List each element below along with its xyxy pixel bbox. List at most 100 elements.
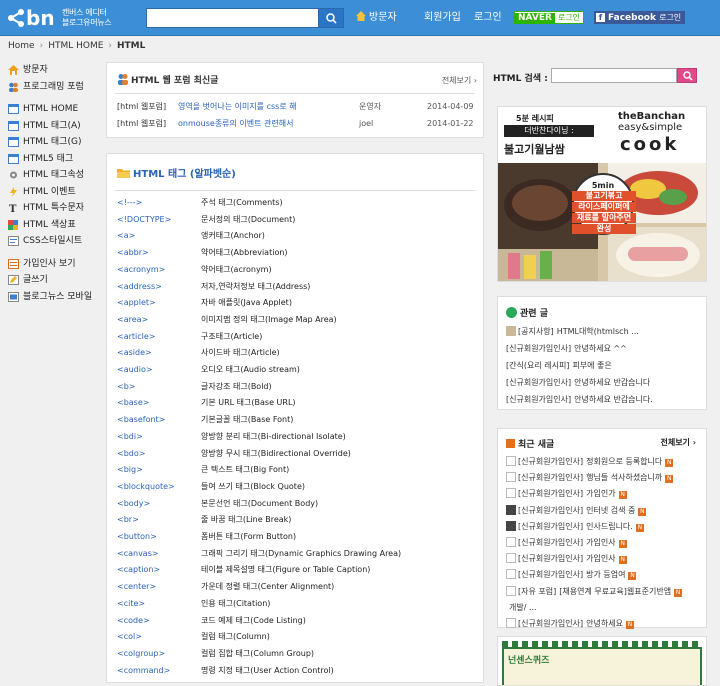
tag-row[interactable]: <a> 앵커태그(Anchor): [117, 229, 479, 243]
tag-link[interactable]: <big>: [117, 463, 143, 477]
related-item[interactable]: [신규회원가입인사] 안녕하세요 ^^: [506, 342, 704, 356]
tag-link[interactable]: <caption>: [117, 563, 160, 577]
nav-visitor-link[interactable]: 방문자: [356, 11, 397, 25]
tag-row[interactable]: <abbr> 약어태그(Abbreviation): [117, 246, 479, 260]
forum-more-link[interactable]: 전체보기 ›: [442, 75, 477, 86]
recent-text[interactable]: 개발/ ...: [509, 603, 537, 612]
breadcrumb-home[interactable]: Home: [8, 41, 35, 51]
tag-link[interactable]: <b>: [117, 380, 135, 394]
tag-link[interactable]: <cite>: [117, 597, 145, 611]
tag-row[interactable]: <b> 글자강조 태그(Bold): [117, 380, 479, 394]
tag-link[interactable]: <article>: [117, 330, 156, 344]
sidebar-item-write[interactable]: 글쓰기: [6, 272, 106, 289]
tag-link[interactable]: <col>: [117, 630, 142, 644]
recent-text[interactable]: 인사드립니다.: [586, 522, 633, 531]
tag-link[interactable]: <base>: [117, 396, 149, 410]
tag-row[interactable]: <address> 저자,연락처정보 태그(Address): [117, 280, 479, 294]
naver-login-button[interactable]: NAVER 로그인: [514, 11, 585, 24]
related-text[interactable]: HTML대학(htmlsch ...: [557, 327, 639, 336]
recent-text[interactable]: 정회원으로 등록합니다: [586, 457, 662, 466]
related-item[interactable]: [신규회원가입인사] 안녕하세요 반갑습니다: [506, 376, 704, 390]
tag-row[interactable]: <cite> 인용 태그(Citation): [117, 597, 479, 611]
list-item[interactable]: [html 웹포럼] 영역을 벗어나는 이미지를 css로 해 운영자 2014…: [117, 100, 479, 114]
html-search-input[interactable]: [551, 68, 677, 83]
tag-link[interactable]: <address>: [117, 280, 162, 294]
tag-row[interactable]: <!DOCTYPE> 문서정의 태그(Document): [117, 213, 479, 227]
tag-link[interactable]: <area>: [117, 313, 148, 327]
tag-link[interactable]: <!--->: [117, 196, 142, 210]
top-search-button[interactable]: [318, 8, 344, 28]
tag-link[interactable]: <center>: [117, 580, 156, 594]
tag-link[interactable]: <blockquote>: [117, 480, 175, 494]
tag-link[interactable]: <basefont>: [117, 413, 165, 427]
tag-row[interactable]: <area> 이미지맵 정의 태그(Image Map Area): [117, 313, 479, 327]
tag-link[interactable]: <applet>: [117, 296, 156, 310]
tag-link[interactable]: <a>: [117, 229, 135, 243]
tag-row[interactable]: <acronym> 약어태그(acronym): [117, 263, 479, 277]
tag-row[interactable]: <bdi> 양방향 분리 태그(Bi-directional Isolate): [117, 430, 479, 444]
tag-row[interactable]: <canvas> 그래픽 그리기 태그(Dynamic Graphics Draw…: [117, 547, 479, 561]
tag-row[interactable]: <base> 기본 URL 태그(Base URL): [117, 396, 479, 410]
recent-text[interactable]: 행님들 석사하셨습니까: [586, 473, 662, 482]
site-logo[interactable]: bn 캔버스 에디터 블로그유머뉴스: [6, 6, 116, 30]
related-text[interactable]: 안녕하세요 ^^: [574, 344, 627, 353]
tag-row[interactable]: <colgroup> 컬럼 집합 태그(Column Group): [117, 647, 479, 661]
tag-row[interactable]: <applet> 자바 애플릿(Java Applet): [117, 296, 479, 310]
sidebar-item-html-event[interactable]: HTML 이벤트: [6, 184, 106, 201]
sidebar-item-html-special[interactable]: T HTML 특수문자: [6, 200, 106, 217]
recent-item[interactable]: 개발/ ...: [506, 601, 704, 615]
breadcrumb-html-home[interactable]: HTML HOME: [48, 41, 103, 51]
tag-link[interactable]: <canvas>: [117, 547, 159, 561]
recent-item[interactable]: [신규회원가입인사] 방가 등업여 N: [506, 568, 704, 582]
recent-item[interactable]: [신규회원가입인사] 가입인가 N: [506, 487, 704, 501]
tag-link[interactable]: <command>: [117, 664, 170, 678]
facebook-login-button[interactable]: f Facebook 로그인: [594, 11, 686, 24]
tag-row[interactable]: <center> 가운데 정렬 태그(Center Alignment): [117, 580, 479, 594]
tag-link[interactable]: <!DOCTYPE>: [117, 213, 171, 227]
recipe-ad-banner[interactable]: 5분 레시피 더반찬다이닝 : 불고기월남쌈 theBanchan easy&s…: [497, 106, 707, 282]
tag-link[interactable]: <br>: [117, 513, 139, 527]
related-text[interactable]: 피부에 좋은: [572, 361, 611, 370]
tag-row[interactable]: <caption> 테이블 제목설명 태그(Figure or Table Cap…: [117, 563, 479, 577]
sidebar-item-html-color[interactable]: HTML 색상표: [6, 217, 106, 234]
recent-item[interactable]: [신규회원가입인사] 가입인사 N: [506, 552, 704, 566]
tag-row[interactable]: <blockquote> 들여 쓰기 태그(Block Quote): [117, 480, 479, 494]
top-search-input[interactable]: [146, 8, 318, 28]
tag-link[interactable]: <audio>: [117, 363, 153, 377]
sidebar-item-mobile[interactable]: 블로그뉴스 모바일: [6, 289, 106, 306]
tag-row[interactable]: <button> 폼버튼 태그(Form Button): [117, 530, 479, 544]
tag-row[interactable]: <!---> 주석 태그(Comments): [117, 196, 479, 210]
sidebar-item-html5-tag[interactable]: HTML5 태그: [6, 151, 106, 168]
recent-item[interactable]: [신규회원가입인사] 행님들 석사하셨습니까 N: [506, 471, 704, 485]
recent-item[interactable]: [신규회원가입인사] 가입인사 N: [506, 536, 704, 550]
tag-link[interactable]: <bdo>: [117, 447, 145, 461]
recent-text[interactable]: 가입인가: [586, 489, 615, 498]
recent-item[interactable]: [신규회원가입인사] 인터넷 검색 중N: [506, 504, 704, 518]
recent-text[interactable]: [채용연계 무료교육]웹표준기반앱: [559, 587, 671, 596]
tag-link[interactable]: <abbr>: [117, 246, 149, 260]
tag-row[interactable]: <code> 코드 예제 태그(Code Listing): [117, 614, 479, 628]
tag-link[interactable]: <colgroup>: [117, 647, 165, 661]
list-item[interactable]: [html 웹포럼] onmouse종류의 이벤트 관련해서 joel 2014…: [117, 117, 479, 131]
recent-item[interactable]: [신규회원가입인사] 인사드립니다. N: [506, 520, 704, 534]
recent-item[interactable]: [자유 포럼] [채용연계 무료교육]웹표준기반앱 N: [506, 585, 704, 599]
tag-link[interactable]: <aside>: [117, 346, 152, 360]
nonsense-quiz-panel[interactable]: 넌센스퀴즈: [497, 636, 707, 686]
tag-row[interactable]: <audio> 오디오 태그(Audio stream): [117, 363, 479, 377]
tag-row[interactable]: <col> 컬럼 태그(Column): [117, 630, 479, 644]
recent-more-link[interactable]: 전체보기 ›: [660, 437, 696, 448]
tag-link[interactable]: <body>: [117, 497, 150, 511]
tag-row[interactable]: <br> 줄 바꿈 태그(Line Break): [117, 513, 479, 527]
sidebar-item-html-tag-g[interactable]: HTML 태그(G): [6, 134, 106, 151]
tag-link[interactable]: <code>: [117, 614, 150, 628]
related-item[interactable]: [신규회원가입인사] 안녕하세요 반갑습니다.: [506, 393, 704, 407]
sidebar-item-html-home[interactable]: HTML HOME: [6, 101, 106, 118]
related-item[interactable]: [공지사항] HTML대학(htmlsch ...: [506, 325, 704, 339]
related-item[interactable]: [간식(요리 레시피] 피부에 좋은: [506, 359, 704, 373]
sidebar-item-greetings[interactable]: 가입인사 보기: [6, 256, 106, 273]
recent-text[interactable]: 안녕하세요: [586, 619, 623, 628]
tag-row[interactable]: <basefont> 기본글꼴 태그(Base Font): [117, 413, 479, 427]
tag-row[interactable]: <aside> 사이드바 태그(Article): [117, 346, 479, 360]
sidebar-item-forum[interactable]: 프로그래밍 포럼: [6, 79, 106, 96]
tag-row[interactable]: <article> 구조태그(Article): [117, 330, 479, 344]
